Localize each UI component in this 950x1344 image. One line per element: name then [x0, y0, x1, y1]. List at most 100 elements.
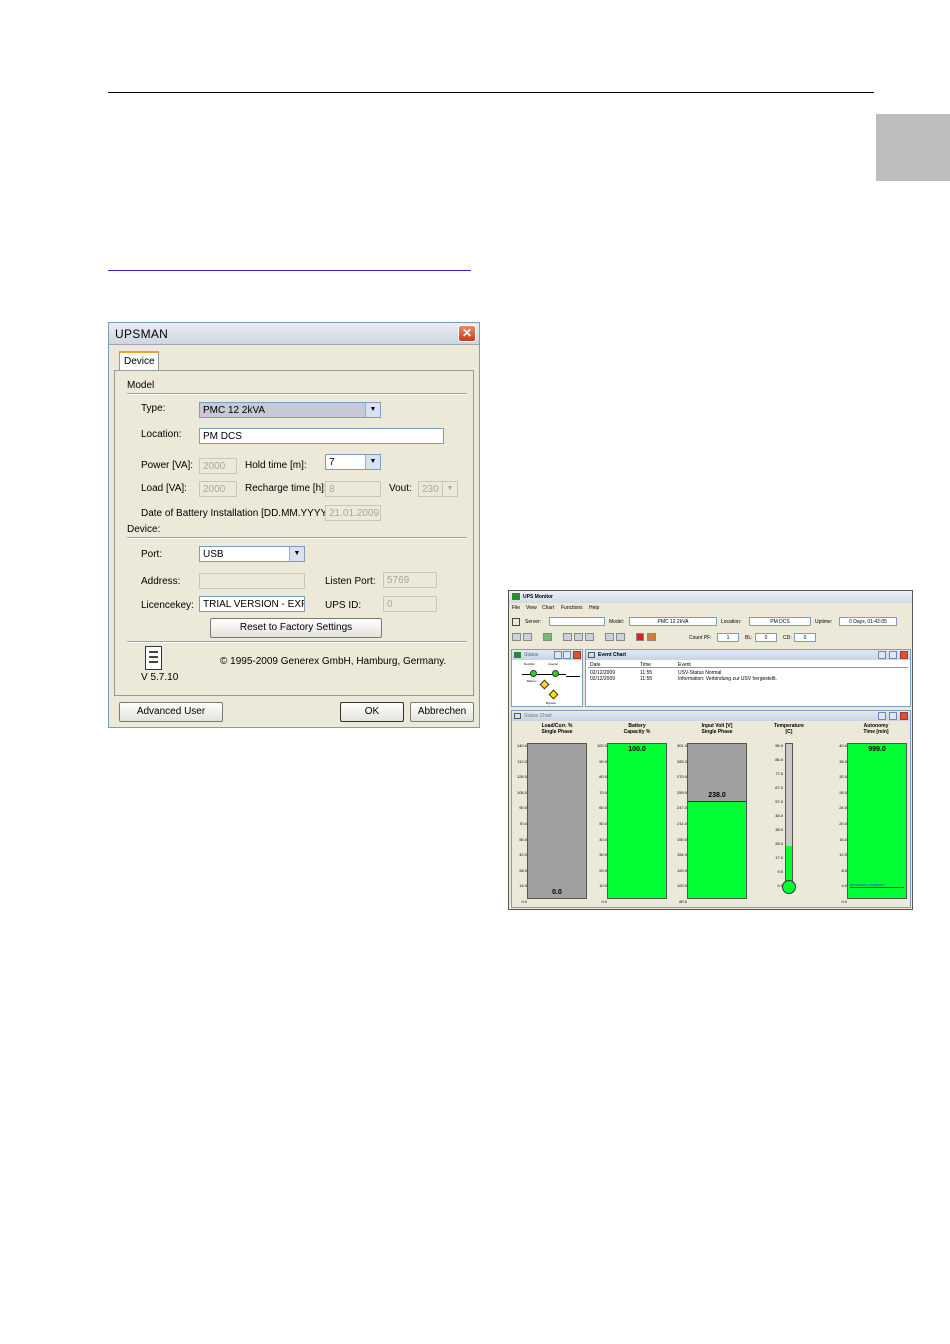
- menu-chart[interactable]: Chart: [542, 605, 554, 611]
- monitor-title: UPS Monitor: [523, 594, 553, 600]
- gauge-tick-label: 0.0: [601, 899, 607, 904]
- licencekey-input[interactable]: TRIAL VERSION - EXPI: [199, 596, 305, 612]
- event-text: Information: Verbindung zur USV hergeste…: [678, 676, 777, 682]
- gauge-tick-label: 32.0: [839, 774, 847, 780]
- menu-help[interactable]: Help: [589, 605, 599, 611]
- event-chart-titlebar: Event Chart: [586, 650, 910, 660]
- monitor-titlebar: UPS Monitor: [509, 591, 912, 603]
- gauge-load-header: Load/Curr. % Single Phase: [541, 723, 573, 735]
- toolbar-info-icon[interactable]: [647, 633, 656, 641]
- minimize-icon[interactable]: [878, 712, 886, 720]
- toolbar-list-icon[interactable]: [574, 633, 583, 641]
- toolbar-grid-icon[interactable]: [563, 633, 572, 641]
- status-line-main: [522, 674, 566, 675]
- toolbar-stop-icon[interactable]: [636, 633, 644, 641]
- maximize-icon[interactable]: [563, 651, 571, 659]
- model-field: PMC 12 2kVA: [629, 617, 717, 626]
- status-title: Status: [524, 652, 539, 658]
- gauge-battery-bar: 100.0: [607, 743, 667, 899]
- gauge-tick-label: 20.0: [839, 821, 847, 826]
- advanced-user-button[interactable]: Advanced User: [119, 702, 223, 722]
- gauge-tick-label: 9.0: [777, 869, 783, 874]
- type-select[interactable]: PMC 12 2kVA ▼: [199, 402, 381, 418]
- ups-id-field: 0: [383, 596, 437, 612]
- gauge-temperature-header: Temperature [C]: [774, 723, 804, 735]
- gauge-battery-header: Battery Capacity %: [623, 723, 651, 735]
- upsman-dialog: UPSMAN ✕ Device Model Type: PMC 12 2kVA …: [108, 322, 480, 728]
- gauge-tick-label: 283.0: [676, 758, 687, 764]
- minimize-icon[interactable]: [878, 651, 886, 659]
- gauge-tick-label: 28.0: [519, 867, 527, 873]
- gauge-tick-label: 80.0: [599, 774, 607, 780]
- minimize-icon[interactable]: [554, 651, 562, 659]
- recharge-time-label: Recharge time [h]:: [245, 483, 327, 494]
- toolbar-chart-icon[interactable]: [585, 633, 594, 641]
- event-time: 11:55: [640, 676, 653, 682]
- location-label: Location:: [141, 429, 182, 440]
- status-window: Status Rectifier Inverter Battery Bypass: [511, 649, 583, 707]
- gauge-tick-label: 50.0: [599, 821, 607, 826]
- close-icon[interactable]: ✕: [458, 325, 476, 342]
- tab-device[interactable]: Device: [119, 351, 159, 371]
- port-select[interactable]: USB ▼: [199, 546, 305, 562]
- close-icon[interactable]: [573, 651, 581, 659]
- toolbar-monitor-icon[interactable]: [543, 633, 552, 641]
- gauge-tick-label: 247.0: [676, 805, 687, 811]
- toolbar-save-icon[interactable]: [523, 633, 532, 641]
- model-section-label: Model: [127, 380, 155, 391]
- toolbar-copy-icon[interactable]: [605, 633, 614, 641]
- toolbar-paste-icon[interactable]: [616, 633, 625, 641]
- load-label: Load [VA]:: [141, 483, 187, 494]
- chevron-down-icon[interactable]: ▼: [289, 547, 304, 561]
- inverter-status-icon: [552, 670, 559, 677]
- uptime-label: Uptime:: [815, 619, 833, 625]
- status-window-icon: [514, 652, 521, 658]
- monitor-toolbar: Count PF: 1 BL: 0 CD: 0: [509, 631, 912, 644]
- hold-time-select[interactable]: 7 ▼: [325, 454, 381, 470]
- status-line-output: [566, 676, 580, 677]
- gauge-tick-label: 86.0: [775, 757, 783, 762]
- gauge-voltage-value: 238.0: [708, 791, 726, 799]
- gauge-tick-label: 100.0: [596, 743, 607, 748]
- event-row[interactable]: 02/12/2009 11:55 Information: Verbindung…: [588, 676, 908, 682]
- gauge-tick-label: 38.0: [775, 827, 783, 832]
- gauge-tick-label: 211.0: [677, 821, 687, 826]
- gauge-tick-label: 60.0: [599, 805, 607, 811]
- gauge-tick-label: 30.0: [599, 852, 607, 858]
- ok-button[interactable]: OK: [340, 702, 404, 722]
- gauge-tick-label: 105.0: [516, 789, 527, 795]
- gauge-load-bar: 0.0: [527, 743, 587, 899]
- toolbar-open-icon[interactable]: [512, 633, 521, 641]
- reset-factory-button[interactable]: Reset to Factory Settings: [210, 618, 382, 638]
- gauge-tick-label: 0.0: [841, 899, 847, 904]
- event-date: 02/12/2009: [590, 676, 616, 682]
- gauge-tick-label: 120.0: [676, 867, 687, 873]
- save-icon[interactable]: [512, 618, 520, 626]
- maximize-icon[interactable]: [889, 651, 897, 659]
- maximize-icon[interactable]: [889, 712, 897, 720]
- menu-functions[interactable]: Functions: [561, 605, 583, 611]
- chart-window-icon: [514, 713, 521, 719]
- address-field: [199, 573, 305, 589]
- battery-date-field: 21.01.2009: [325, 505, 381, 521]
- event-col-event: Event: [678, 662, 691, 668]
- chevron-down-icon[interactable]: ▼: [365, 455, 380, 469]
- cd-label: CD:: [783, 635, 792, 641]
- type-value: PMC 12 2kVA: [203, 405, 266, 416]
- menu-view[interactable]: View: [526, 605, 537, 611]
- location-input[interactable]: PM DCS: [199, 428, 444, 444]
- chevron-down-icon[interactable]: ▼: [365, 403, 380, 417]
- gauge-autonomy-fill: [848, 744, 906, 898]
- event-col-date: Date: [590, 662, 601, 668]
- gauge-tick-label: 10.0: [599, 883, 607, 889]
- close-icon[interactable]: [900, 651, 908, 659]
- gauge-battery-value: 100.0: [628, 746, 646, 753]
- listen-port-label: Listen Port:: [325, 576, 376, 587]
- close-icon[interactable]: [900, 712, 908, 720]
- ups-monitor-window: UPS Monitor File View Chart Functions He…: [508, 590, 913, 910]
- status-titlebar: Status: [512, 650, 582, 660]
- cancel-button[interactable]: Abbrechen: [410, 702, 474, 722]
- hold-time-label: Hold time [m]:: [245, 460, 307, 471]
- ups-id-label: UPS ID:: [325, 600, 362, 611]
- menu-file[interactable]: File: [512, 605, 520, 611]
